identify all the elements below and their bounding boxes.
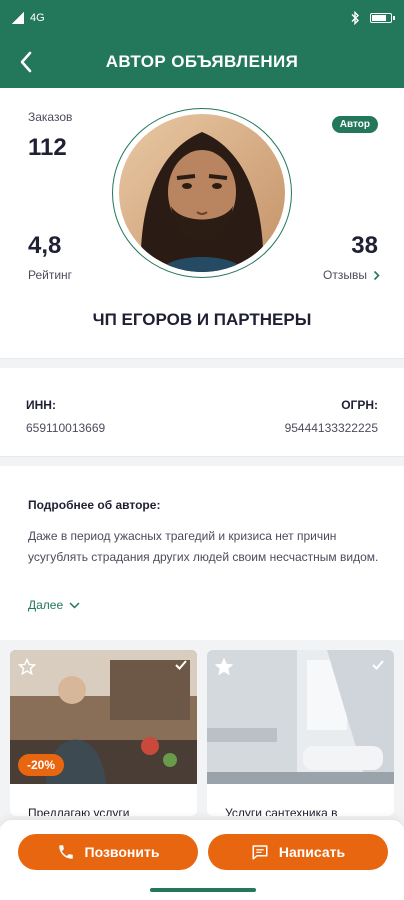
call-label: Позвонить	[84, 844, 160, 860]
status-bar: 4G	[0, 0, 404, 36]
write-label: Написать	[278, 844, 346, 860]
chevron-left-icon	[20, 51, 32, 73]
author-badge: Автор	[331, 116, 378, 133]
about-author: Подробнее об авторе: Даже в период ужасн…	[0, 466, 404, 642]
avatar-photo	[119, 114, 285, 272]
call-button[interactable]: Позвонить	[18, 834, 198, 870]
inn-label: ИНН:	[26, 398, 56, 412]
chevron-right-icon	[373, 270, 380, 280]
divider	[0, 358, 404, 368]
listing-image	[207, 650, 394, 784]
status-left: 4G	[12, 12, 45, 24]
rating-label: Рейтинг	[28, 268, 73, 282]
company-ids: ИНН: 659110013669 ОГРН: 95444133322225	[0, 368, 404, 456]
orders-label: Заказов	[28, 110, 73, 124]
status-right	[350, 11, 395, 25]
write-button[interactable]: Написать	[208, 834, 388, 870]
message-icon	[252, 845, 268, 860]
favorite-star-icon[interactable]	[18, 658, 36, 676]
listings-strip: -20% Предлагаю услуги Услуги сантехника …	[0, 640, 404, 826]
phone-icon	[58, 845, 73, 859]
reviews-value: 38	[351, 232, 378, 259]
listing-photo	[207, 650, 394, 784]
listing-title: Предлагаю услуги	[28, 806, 130, 816]
avatar-ring	[112, 108, 292, 278]
battery-icon	[370, 13, 395, 23]
bottom-action-bar: Позвонить Написать	[0, 820, 404, 900]
listing-title: Услуги сантехника в	[225, 806, 338, 816]
signal-icon	[12, 12, 24, 24]
app-bar: АВТОР ОБЪЯВЛЕНИЯ	[0, 36, 404, 88]
back-button[interactable]	[0, 36, 52, 88]
discount-badge: -20%	[18, 754, 65, 776]
bluetooth-icon	[351, 11, 359, 25]
listing-card[interactable]: -20% Предлагаю услуги	[10, 650, 197, 816]
reviews-label: Отзывы	[323, 268, 367, 282]
listing-image: -20%	[10, 650, 197, 784]
page-title: АВТОР ОБЪЯВЛЕНИЯ	[105, 52, 299, 71]
check-icon	[372, 660, 384, 670]
reviews-link[interactable]: Отзывы	[323, 268, 380, 282]
divider	[0, 456, 404, 466]
favorite-star-icon[interactable]	[215, 658, 233, 676]
rating-value: 4,8	[28, 232, 62, 259]
avatar[interactable]	[119, 114, 285, 272]
company-name: ЧП ЕГОРОВ И ПАРТНЕРЫ	[92, 310, 312, 329]
network-type: 4G	[30, 12, 45, 24]
check-icon	[175, 660, 187, 670]
orders-value: 112	[28, 134, 67, 161]
home-indicator	[150, 888, 256, 892]
ogrn-label: ОГРН:	[341, 398, 378, 412]
listing-card[interactable]: Услуги сантехника в	[207, 650, 394, 816]
chevron-down-icon	[69, 601, 80, 609]
about-heading: Подробнее об авторе:	[28, 498, 161, 512]
more-button[interactable]: Далее	[28, 598, 80, 612]
about-text: Даже в период ужасных трагедий и кризиса…	[28, 529, 379, 564]
more-label: Далее	[28, 598, 64, 612]
ogrn-value: 95444133322225	[284, 421, 378, 435]
inn-value: 659110013669	[26, 421, 106, 435]
profile-section: Заказов 112 Автор 4,8 Рейтинг 38 Отзывы …	[0, 88, 404, 358]
